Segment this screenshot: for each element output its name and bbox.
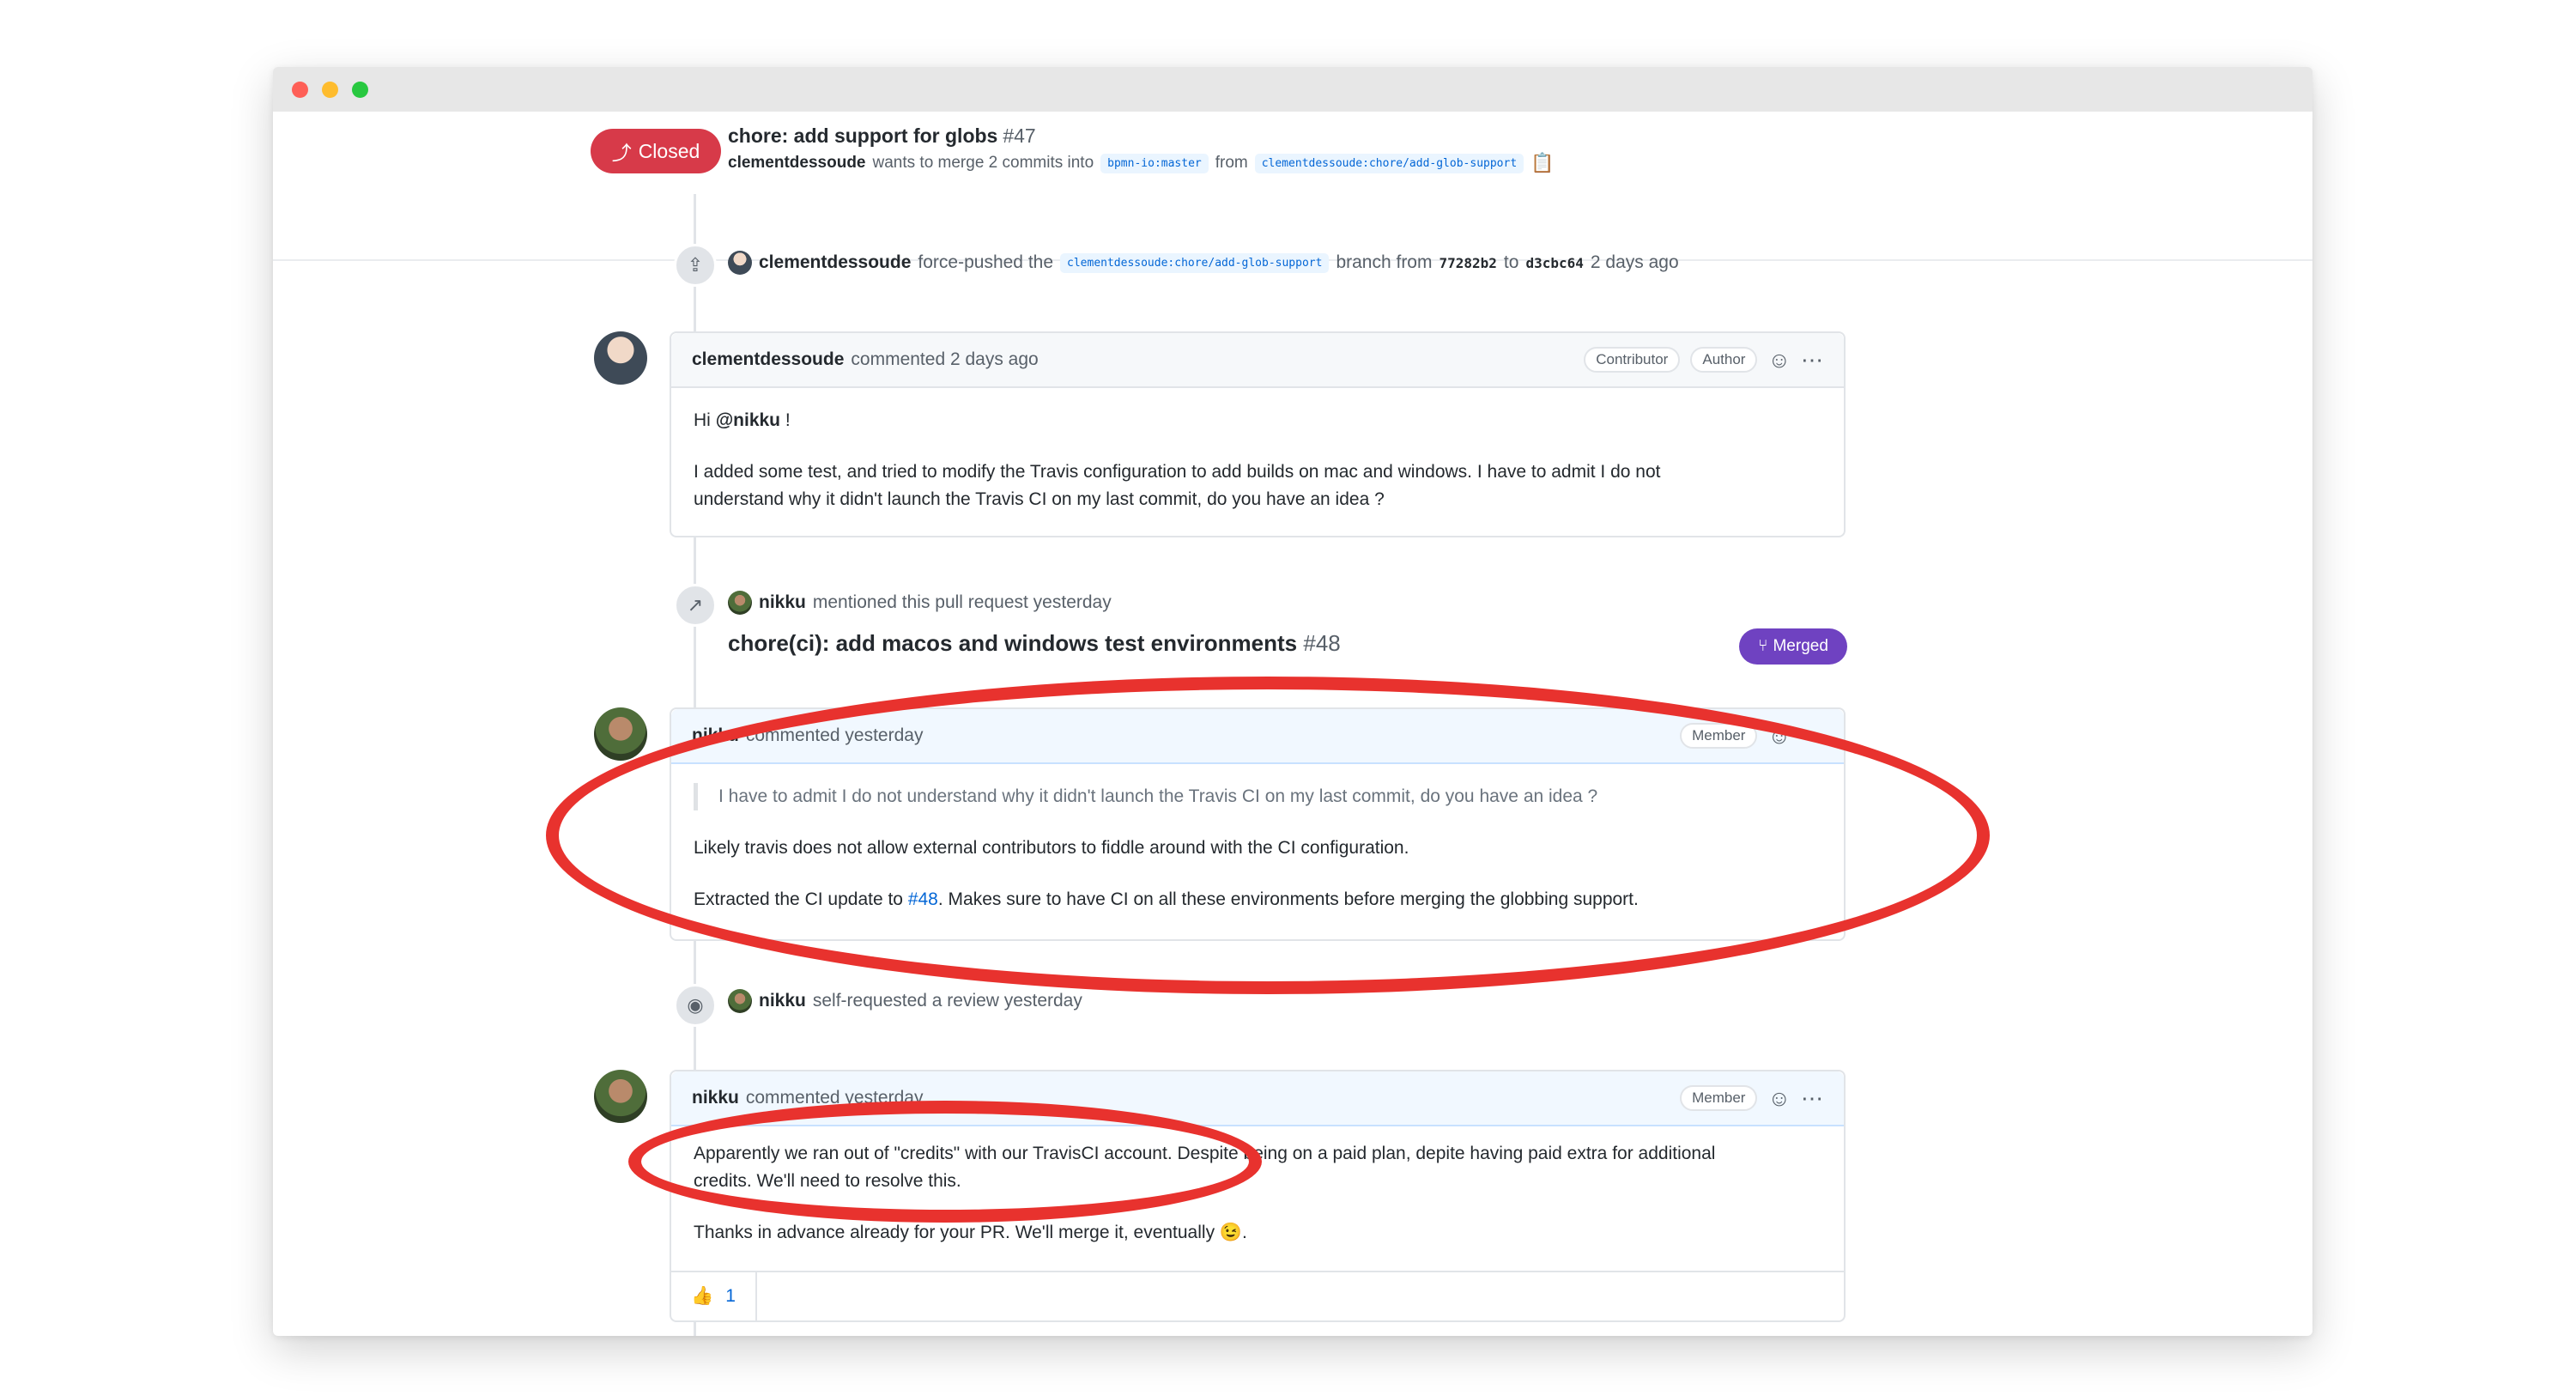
commit-sha-link[interactable]: d3cbc64: [1525, 255, 1583, 271]
user-mention[interactable]: @nikku: [716, 410, 780, 430]
comment-body: Apparently we ran out of "credits" with …: [694, 1144, 1716, 1242]
comment-card: nikku commented yesterday Member ☺ ⋯ App…: [670, 1070, 1846, 1322]
pr-meta: clementdessoude wants to merge 2 commits…: [728, 152, 1555, 174]
comment-author-link[interactable]: clementdessoude: [692, 349, 844, 370]
emoji-reaction-icon[interactable]: ☺: [1767, 725, 1791, 747]
pr-author-link[interactable]: clementdessoude: [728, 154, 866, 173]
pr-header: [273, 112, 2312, 261]
member-badge: Member: [1680, 723, 1758, 749]
pr-state-badge: ⤴ Closed: [591, 129, 721, 173]
maximize-window-button[interactable]: [352, 82, 368, 98]
minimize-window-button[interactable]: [322, 82, 338, 98]
force-push-icon: ⇪: [674, 244, 717, 287]
comment-author-link[interactable]: nikku: [692, 1088, 739, 1108]
more-options-icon[interactable]: ⋯: [1801, 349, 1823, 371]
merged-badge: ⑂ Merged: [1739, 628, 1847, 665]
issue-link[interactable]: #48: [908, 889, 938, 909]
avatar[interactable]: [594, 331, 647, 385]
avatar[interactable]: [728, 989, 752, 1013]
comment-author-link[interactable]: nikku: [692, 725, 739, 746]
mention-event: nikku mentioned this pull request yester…: [728, 591, 1112, 615]
member-badge: Member: [1680, 1085, 1758, 1111]
review-request-event: nikku self-requested a review yesterday: [728, 989, 1082, 1013]
more-options-icon[interactable]: ⋯: [1801, 1087, 1823, 1109]
close-window-button[interactable]: [292, 82, 308, 98]
comment-body: Hi @nikku ! I added some test, and tried…: [694, 410, 1661, 509]
comment-body: I have to admit I do not understand why …: [694, 783, 1821, 938]
avatar[interactable]: [728, 251, 752, 275]
avatar[interactable]: [594, 707, 647, 761]
comment-header: clementdessoude commented 2 days ago Con…: [671, 333, 1844, 388]
base-branch-label[interactable]: bpmn-io:master: [1100, 153, 1209, 173]
eye-icon: ◉: [674, 984, 717, 1027]
title-bar: [273, 67, 2312, 112]
event-user-link[interactable]: nikku: [759, 592, 806, 613]
merge-icon: ⑂: [1758, 637, 1768, 655]
force-push-event: clementdessoude force-pushed the clement…: [728, 251, 1679, 275]
thumbs-up-reaction[interactable]: 👍 1: [671, 1272, 757, 1320]
avatar[interactable]: [728, 591, 752, 615]
event-user-link[interactable]: clementdessoude: [759, 252, 911, 273]
avatar[interactable]: [594, 1070, 647, 1123]
thumbs-up-icon: 👍: [691, 1286, 714, 1306]
commit-sha-link[interactable]: 77282b2: [1439, 255, 1496, 271]
clipboard-icon[interactable]: 📋: [1530, 152, 1554, 174]
emoji-reaction-icon[interactable]: ☺: [1767, 349, 1791, 371]
comment-card: nikku commented yesterday Member ☺ ⋯ I h…: [670, 707, 1846, 941]
referenced-pr-link[interactable]: chore(ci): add macos and windows test en…: [728, 630, 1341, 657]
contributor-badge: Contributor: [1584, 347, 1681, 373]
more-options-icon[interactable]: ⋯: [1801, 725, 1823, 747]
cross-reference-icon: ↗: [674, 584, 717, 627]
reactions-bar: 👍 1: [671, 1271, 1844, 1320]
comment-card: clementdessoude commented 2 days ago Con…: [670, 331, 1846, 537]
pull-request-closed-icon: ⤴: [611, 142, 632, 164]
blockquote: I have to admit I do not understand why …: [694, 783, 1821, 810]
pr-title: chore: add support for globs #47: [728, 124, 1036, 147]
head-branch-label[interactable]: clementdessoude:chore/add-glob-support: [1254, 153, 1524, 173]
event-user-link[interactable]: nikku: [759, 991, 806, 1011]
branch-label[interactable]: clementdessoude:chore/add-glob-support: [1060, 252, 1330, 273]
emoji-reaction-icon[interactable]: ☺: [1767, 1087, 1791, 1109]
comment-header: nikku commented yesterday Member ☺ ⋯: [671, 709, 1844, 764]
pr-number: #47: [1003, 124, 1036, 147]
author-badge: Author: [1690, 347, 1758, 373]
comment-header: nikku commented yesterday Member ☺ ⋯: [671, 1071, 1844, 1126]
